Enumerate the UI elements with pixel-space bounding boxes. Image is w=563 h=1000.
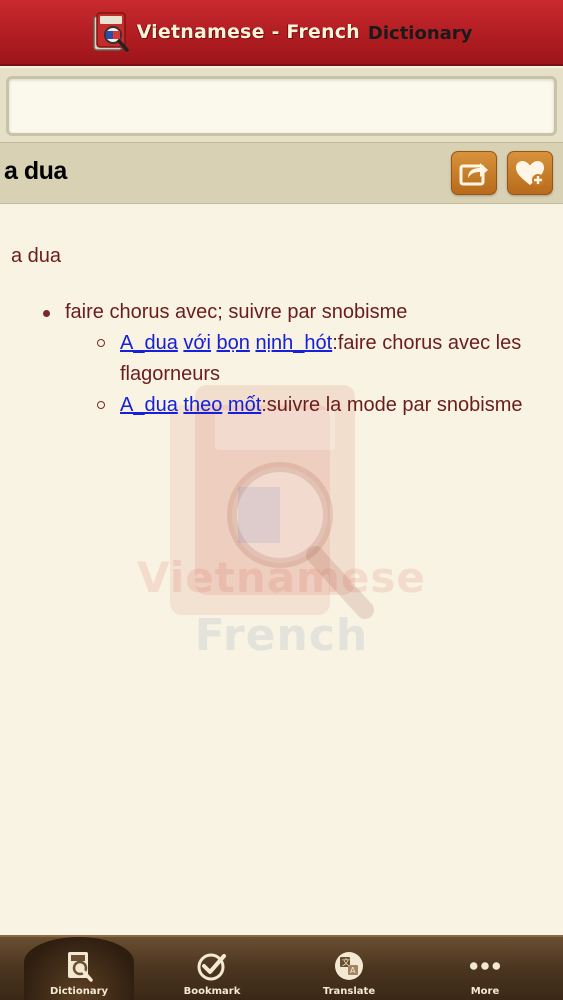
example-link[interactable]: theo — [183, 394, 222, 416]
definition-text: faire chorus avec; suivre par snobisme — [65, 301, 408, 323]
bottom-tab-bar: Dictionary Bookmark 文 A Translate More — [0, 935, 563, 1000]
search-bar — [0, 68, 563, 142]
share-button[interactable] — [451, 151, 497, 195]
tab-label: More — [470, 986, 500, 997]
watermark-text-vietnamese: Vietnamese — [137, 553, 426, 602]
example-link[interactable]: nịnh_hót — [255, 332, 332, 354]
tab-more[interactable]: More — [430, 937, 540, 1000]
tab-label: Translate — [322, 986, 376, 997]
app-header: Vietnamese - French Dictionary — [0, 0, 563, 66]
watermark-text-french: French — [194, 610, 369, 661]
more-dots-icon — [469, 962, 501, 970]
dictionary-icon — [68, 952, 93, 982]
tab-label: Dictionary — [49, 986, 109, 997]
example-item: A_dua theo mốt:suivre la mode par snobis… — [65, 390, 557, 421]
definition-item: faire chorus avec; suivre par snobisme A… — [0, 297, 563, 421]
entry-headword: a dua — [11, 245, 62, 267]
example-link[interactable]: với — [183, 332, 211, 354]
app-title-main: Vietnamese - French — [136, 21, 360, 43]
definition-list: faire chorus avec; suivre par snobisme A… — [0, 297, 563, 421]
word-bar: a dua — [0, 142, 563, 204]
example-link[interactable]: A_dua — [120, 394, 178, 416]
definition-content[interactable]: Vietnamese French a dua faire chorus ave… — [0, 205, 563, 935]
add-favorite-button[interactable] — [507, 151, 553, 195]
example-list: A_dua với bọn nịnh_hót:faire chorus avec… — [65, 328, 563, 421]
tab-dictionary[interactable]: Dictionary — [24, 937, 134, 1000]
example-translation: :suivre la mode par snobisme — [261, 394, 523, 416]
word-title: a dua — [4, 157, 67, 185]
tab-label: Bookmark — [183, 986, 241, 997]
example-link[interactable]: bọn — [217, 332, 250, 354]
svg-text:A: A — [350, 966, 356, 975]
dictionary-logo-icon — [92, 12, 129, 52]
tab-bookmark[interactable]: Bookmark — [157, 937, 267, 1000]
example-item: A_dua với bọn nịnh_hót:faire chorus avec… — [65, 328, 557, 390]
tab-translate[interactable]: 文 A Translate — [294, 937, 404, 1000]
search-input[interactable] — [6, 76, 557, 136]
heart-plus-icon — [516, 161, 544, 186]
bookmark-check-icon — [197, 953, 226, 981]
app-title-sub: Dictionary — [367, 22, 473, 44]
svg-text:文: 文 — [342, 957, 350, 967]
share-icon — [459, 163, 488, 186]
example-link[interactable]: mốt — [228, 394, 261, 416]
translate-icon: 文 A — [335, 952, 363, 980]
example-link[interactable]: A_dua — [120, 332, 178, 354]
